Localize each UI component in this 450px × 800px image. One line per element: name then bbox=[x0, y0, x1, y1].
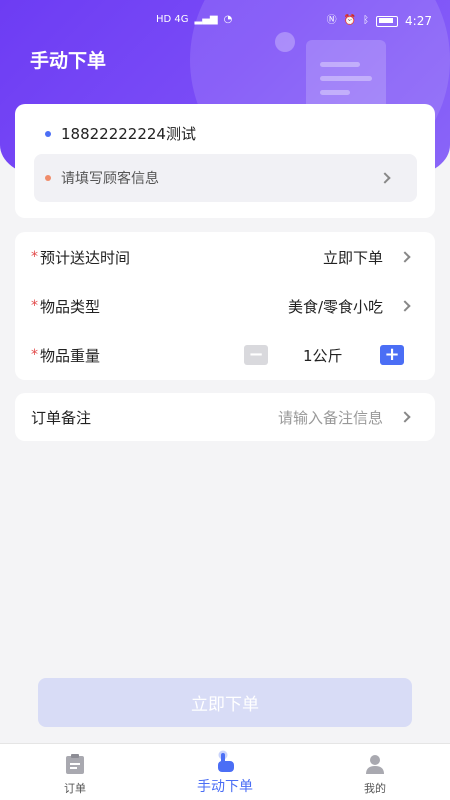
item-weight-label: 物品重量 bbox=[40, 346, 101, 365]
tab-manual-order-label: 手动下单 bbox=[197, 779, 253, 795]
blue-dot-icon bbox=[45, 130, 51, 137]
item-type-value: 美食/零食小吃 bbox=[287, 297, 383, 316]
tab-profile-label: 我的 bbox=[364, 782, 386, 795]
phone-row: 18822222224测试 bbox=[45, 123, 196, 144]
chevron-right-icon bbox=[399, 300, 411, 312]
tap-hand-icon bbox=[214, 750, 236, 774]
remark-card[interactable]: 订单备注 请输入备注信息 bbox=[15, 393, 435, 441]
customer-info-placeholder: 请填写顾客信息 bbox=[61, 171, 159, 187]
customer-card: 18822222224测试 请填写顾客信息 bbox=[15, 104, 435, 218]
remark-placeholder: 请输入备注信息 bbox=[277, 408, 383, 427]
item-type-label: 物品类型 bbox=[40, 297, 101, 316]
network-indicator: HD 4G bbox=[156, 14, 189, 25]
item-weight-row: * 物品重量 − 1公斤 + bbox=[15, 331, 435, 379]
required-mark: * bbox=[31, 347, 38, 363]
increase-weight-button[interactable]: + bbox=[380, 345, 404, 365]
tab-manual-order[interactable]: 手动下单 bbox=[150, 744, 300, 800]
bluetooth-icon: ᛒ bbox=[363, 15, 370, 26]
required-mark: * bbox=[31, 249, 38, 265]
chevron-right-icon bbox=[399, 251, 411, 263]
status-bar: HD 4G ▂▄▆ ◔ Ⓝ ⏰ ᛒ 4:27 bbox=[0, 0, 450, 44]
page-title: 手动下单 bbox=[30, 51, 107, 72]
item-type-row[interactable]: * 物品类型 美食/零食小吃 bbox=[15, 282, 435, 330]
clipboard-icon bbox=[65, 753, 85, 775]
user-icon bbox=[365, 753, 385, 775]
item-weight-value: 1公斤 bbox=[303, 346, 343, 365]
battery-icon bbox=[376, 15, 399, 27]
tab-orders[interactable]: 订单 bbox=[0, 744, 150, 800]
orange-dot-icon bbox=[45, 175, 51, 181]
nfc-icon: Ⓝ bbox=[326, 15, 337, 26]
tab-orders-label: 订单 bbox=[64, 782, 86, 795]
bottom-tab-bar: 订单 手动下单 我的 bbox=[0, 743, 450, 800]
submit-order-button[interactable]: 立即下单 bbox=[38, 678, 412, 727]
tab-profile[interactable]: 我的 bbox=[300, 744, 450, 800]
signal-icon: ▂▄▆ bbox=[194, 14, 218, 25]
decrease-weight-button[interactable]: − bbox=[244, 345, 268, 365]
required-mark: * bbox=[31, 298, 38, 314]
order-form-card: * 预计送达时间 立即下单 * 物品类型 美食/零食小吃 * 物品重量 − 1公… bbox=[15, 232, 435, 380]
customer-phone: 18822222224测试 bbox=[61, 125, 196, 143]
remark-label: 订单备注 bbox=[31, 408, 92, 427]
chevron-right-icon bbox=[379, 172, 391, 184]
customer-info-field[interactable]: 请填写顾客信息 bbox=[34, 154, 417, 202]
alarm-icon: ⏰ bbox=[343, 15, 357, 26]
delivery-time-value: 立即下单 bbox=[322, 248, 383, 267]
remark-row[interactable]: 订单备注 请输入备注信息 bbox=[15, 393, 435, 441]
status-time: 4:27 bbox=[405, 14, 432, 28]
wifi-icon: ◔ bbox=[223, 14, 233, 25]
delivery-time-row[interactable]: * 预计送达时间 立即下单 bbox=[15, 233, 435, 281]
delivery-time-label: 预计送达时间 bbox=[40, 248, 131, 267]
chevron-right-icon bbox=[399, 411, 411, 423]
